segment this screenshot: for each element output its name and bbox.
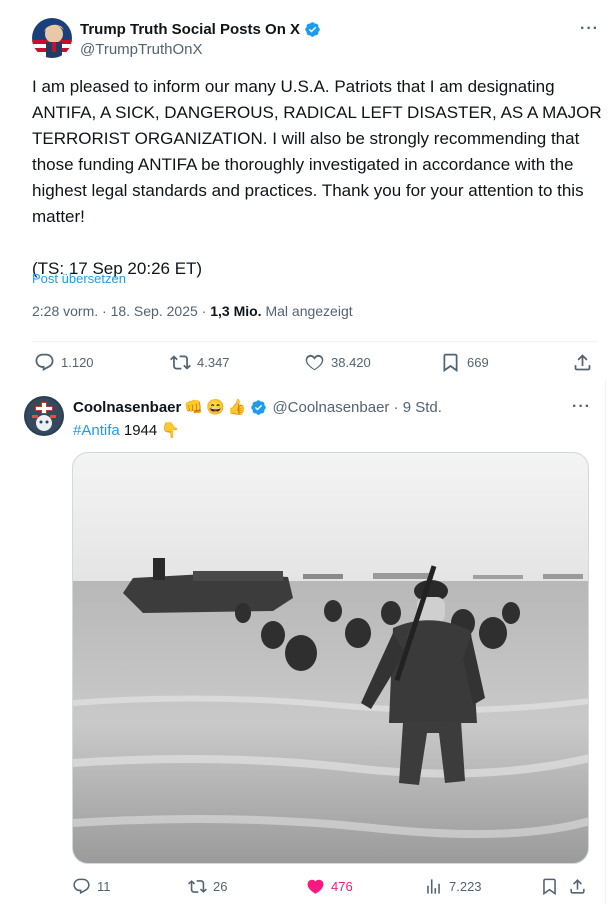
repost-icon [188, 880, 207, 893]
tweet-media-photo[interactable] [72, 452, 589, 864]
display-name-text[interactable]: Trump Truth Social Posts On X [80, 21, 300, 38]
verified-badge-icon [304, 21, 321, 38]
thumbs-up-emoji: 👍 [227, 399, 247, 416]
bookmark-button[interactable] [540, 877, 565, 896]
bookmark-icon [543, 878, 556, 896]
divider [32, 341, 598, 342]
tweet-text: I am pleased to inform our many U.S.A. P… [32, 77, 602, 278]
tweet-text: #Antifa 1944 👇 [73, 421, 180, 439]
grin-emoji: 😄 [206, 399, 225, 416]
point-down-emoji: 👇 [161, 422, 181, 439]
fist-emoji: 👊 [184, 399, 204, 416]
share-button[interactable] [572, 352, 599, 373]
like-icon-filled [307, 879, 324, 894]
views-button[interactable]: 7.223 [424, 877, 482, 896]
reply-button[interactable]: 1.120 [34, 352, 94, 373]
tweet-meta: 2:28 vorm. · 18. Sep. 2025 · 1,3 Mio. Ma… [32, 303, 353, 319]
views-count: 1,3 Mio. [210, 303, 262, 319]
repost-count: 4.347 [197, 355, 230, 370]
like-button[interactable]: 476 [306, 877, 353, 896]
repost-count: 26 [213, 879, 228, 894]
reply-icon [35, 353, 54, 371]
reply-count: 11 [97, 879, 111, 894]
verified-badge-icon [250, 399, 267, 416]
like-count: 38.420 [331, 355, 371, 370]
soldiers-wading-ashore-photo [73, 453, 588, 863]
share-button[interactable] [568, 877, 593, 896]
more-icon[interactable]: ··· [572, 398, 591, 416]
like-count: 476 [331, 879, 353, 894]
bookmark-button[interactable]: 669 [440, 352, 489, 373]
display-name[interactable]: Coolnasenbaer [73, 399, 181, 416]
repost-button[interactable]: 26 [188, 877, 227, 896]
more-icon[interactable]: ··· [580, 20, 599, 38]
like-button[interactable]: 38.420 [304, 352, 371, 373]
tweet2-header: Coolnasenbaer 👊 😄 👍 @Coolnasenbaer · 9 S… [73, 398, 442, 417]
repost-icon [170, 355, 191, 370]
views-count: 7.223 [449, 879, 482, 894]
tweet-trump-truth: Trump Truth Social Posts On X @TrumpTrut… [0, 0, 614, 380]
share-icon [574, 354, 591, 371]
panel-edge [605, 380, 614, 904]
hashtag-link[interactable]: #Antifa [73, 422, 120, 439]
repost-button[interactable]: 4.347 [170, 352, 230, 373]
translate-link[interactable]: Post übersetzen [32, 271, 126, 286]
share-icon [570, 879, 585, 894]
reply-button[interactable]: 11 [72, 877, 111, 896]
bookmark-icon [443, 353, 458, 373]
tweet-coolnasenbaer: Coolnasenbaer 👊 😄 👍 @Coolnasenbaer · 9 S… [0, 380, 614, 904]
bookmark-count: 669 [467, 355, 489, 370]
avatar-trump-truth[interactable] [32, 18, 72, 58]
display-name[interactable]: Trump Truth Social Posts On X [80, 21, 321, 38]
reply-count: 1.120 [61, 355, 94, 370]
avatar-coolnasenbaer[interactable] [24, 396, 64, 436]
timestamp[interactable]: 2:28 vorm. · 18. Sep. 2025 · [32, 303, 206, 319]
views-label: Mal angezeigt [265, 303, 353, 319]
tweet-text-year: 1944 [119, 422, 158, 439]
action-bar: 11 26 476 7.223 [72, 877, 592, 899]
views-icon [427, 879, 440, 894]
handle[interactable]: @TrumpTruthOnX [80, 41, 202, 58]
like-icon [305, 354, 324, 371]
action-bar: 1.120 4.347 38.420 669 [32, 352, 600, 378]
reply-icon [73, 878, 90, 895]
handle-time[interactable]: @Coolnasenbaer · 9 Std. [272, 399, 442, 416]
